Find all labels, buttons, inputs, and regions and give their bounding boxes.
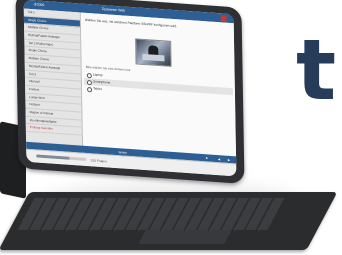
progress-fill [36,154,69,160]
flag-icon[interactable]: ⚑ [205,156,208,161]
close-icon[interactable] [220,14,227,22]
brand-logo-letter: t [296,28,337,118]
question-image [135,38,172,67]
progress-bar [36,154,87,161]
answer-options: Laptop Smartphone Tablet [83,71,233,102]
chevron-right-icon[interactable]: ▶ [228,157,230,162]
radio-icon[interactable] [87,86,93,93]
trackpad [138,230,232,244]
answer-option-label: Smartphone [92,79,111,85]
question-text: Wählen Sie aus, mit welchem Plattform SS… [84,17,178,29]
question-sidebar: Teil 1 Single Choice Multiple Choice Richti… [23,8,84,154]
progress-text: 1/10 Fragen [90,158,107,164]
chevron-left-icon[interactable]: ◀ [218,157,220,162]
tablet-screen: dr2000 Testcenter Web Teil 1 Single Choic… [23,0,237,177]
answer-option-label: Tablet [93,86,102,92]
keyboard-keys [17,198,285,230]
tablet-device: dr2000 Testcenter Web Teil 1 Single Choic… [15,0,245,185]
question-panel: Wählen Sie aus, mit welchem Plattform SS… [80,12,237,165]
answer-option-label: Laptop [92,72,103,78]
laptop-figure [142,53,165,62]
